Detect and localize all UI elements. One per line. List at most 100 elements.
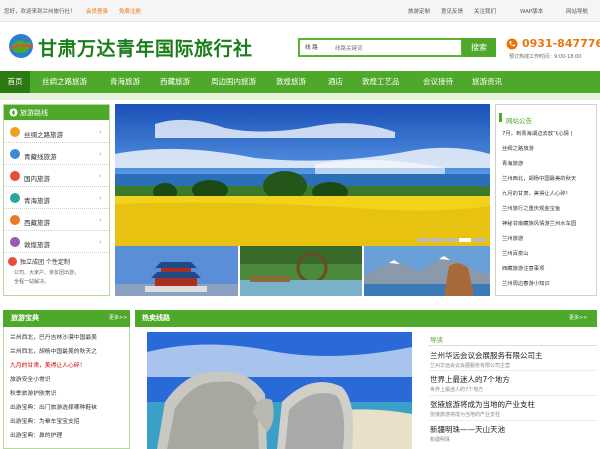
- treasure-item[interactable]: 出游宝典：出门旅游选择哪种鞋袜: [10, 402, 97, 411]
- chevron-right-icon: ›: [99, 216, 102, 224]
- main-nav: 首页 丝绸之路旅游 青海旅游 西藏旅游 周边国内旅游 敦煌旅游 酒店 敦煌工艺品…: [0, 71, 600, 93]
- notice-item[interactable]: 兰州百泉山: [502, 249, 529, 257]
- nav-qinghai[interactable]: 青海旅游: [110, 71, 140, 93]
- notice-item[interactable]: 神秘甘南藏族风情游兰州水车园: [502, 219, 576, 227]
- routes-header: 旅游路线: [4, 105, 109, 120]
- custom-tour-desc: 公司、大家户、亲友团出游，: [14, 270, 80, 276]
- treasure-item[interactable]: 出游宝典：为晕车宝宝支招: [10, 416, 80, 425]
- temple-icon: [10, 215, 20, 225]
- notice-accent-bar: [499, 113, 502, 122]
- nav-dunhuang[interactable]: 敦煌旅游: [276, 71, 306, 93]
- guide-title[interactable]: 兰州华远会议会展服务有限公司主: [430, 350, 543, 361]
- chevron-right-icon: ›: [99, 238, 102, 246]
- notice-item[interactable]: 兰州周边春游小知识: [502, 279, 550, 287]
- banner-thumb-waterwheel[interactable]: [240, 246, 362, 296]
- nav-tibet[interactable]: 西藏旅游: [160, 71, 190, 93]
- guide-divider: [428, 420, 597, 421]
- search-type-select[interactable]: 线 路: [302, 43, 332, 54]
- route-item-tibet[interactable]: 西藏旅游 ›: [4, 210, 109, 231]
- hero-banner-image[interactable]: [115, 104, 490, 246]
- notice-item[interactable]: 丝绸之路旅游: [502, 144, 534, 152]
- route-label: 敦煌旅游: [24, 241, 50, 249]
- nav-silk-road[interactable]: 丝绸之路旅游: [42, 71, 87, 93]
- globe-logo-icon: [9, 34, 34, 58]
- banner-thumb-temple[interactable]: [115, 246, 238, 296]
- chevron-right-icon: ›: [99, 128, 102, 136]
- map-pin-icon: [10, 171, 20, 181]
- nav-crafts[interactable]: 敦煌工艺品: [362, 71, 400, 93]
- route-item-domestic[interactable]: 国内旅游 ›: [4, 166, 109, 187]
- chevron-right-icon: ›: [99, 172, 102, 180]
- login-link[interactable]: 会员登录: [86, 7, 108, 15]
- hot-lines-title: 热卖线路: [142, 314, 170, 322]
- notice-item[interactable]: 兰州旅行之重庆观金宝鱼: [502, 204, 560, 212]
- route-label: 西藏旅游: [24, 219, 50, 227]
- guide-summary: 世界上最迷人的7个地方: [430, 387, 484, 393]
- slider-dots[interactable]: [417, 238, 487, 244]
- topbar-link-wap[interactable]: WAP版本: [520, 7, 543, 15]
- notice-item[interactable]: 兰州西北，胡杨中国最美的秋天: [502, 174, 576, 182]
- chevron-right-icon: ›: [99, 150, 102, 158]
- nav-hotel[interactable]: 酒店: [328, 71, 343, 93]
- custom-tour-desc-2: 全程一站解决。: [14, 279, 50, 285]
- phone-icon: [506, 38, 518, 50]
- guide-divider: [428, 395, 597, 396]
- notice-item[interactable]: 7月，到青海湖边去放飞心情 (: [502, 129, 573, 137]
- nav-domestic[interactable]: 周边国内旅游: [211, 71, 256, 93]
- banner-thumb-landscape[interactable]: [364, 246, 490, 296]
- hot-lines-header: [135, 310, 597, 327]
- search-box: 线 路: [298, 38, 463, 57]
- route-item-qingzang[interactable]: 青藏线旅游 ›: [4, 144, 109, 165]
- treasure-item[interactable]: 兰州西北，胡杨中国最美的秋天之: [10, 346, 97, 355]
- route-label: 丝绸之路旅游: [24, 131, 63, 139]
- notice-item[interactable]: 西藏旅游注意事项: [502, 264, 544, 272]
- search-button[interactable]: 搜索: [462, 38, 496, 57]
- route-label: 国内旅游: [24, 175, 50, 183]
- notice-item[interactable]: 兰州旅游: [502, 234, 523, 242]
- site-logo-text[interactable]: 甘肃万达青年国际旅行社: [38, 34, 253, 61]
- notice-item[interactable]: 青海旅游: [502, 159, 523, 167]
- treasure-item[interactable]: 出游宝典：鼻的护理: [10, 430, 62, 439]
- guide-divider: [428, 370, 597, 371]
- guide-title[interactable]: 新疆明珠——天山天池: [430, 424, 505, 435]
- nav-news[interactable]: 旅游资讯: [472, 71, 502, 93]
- notice-item[interactable]: 九月的甘肃，美得让人心碎！: [502, 189, 571, 197]
- welcome-text: 您好，欢迎来到兰州旅行社！: [4, 9, 76, 15]
- hot-lines-more-link[interactable]: 更多>>: [569, 314, 587, 321]
- route-compass-icon: [9, 108, 18, 117]
- route-item-silk-road[interactable]: 丝绸之路旅游 ›: [4, 122, 109, 143]
- treasure-list: 兰州西北，巴丹吉林沙漠中国最美 兰州西北，胡杨中国最美的秋天之 九月的甘肃，美得…: [3, 327, 130, 449]
- treasure-title: 旅游宝典: [11, 314, 39, 322]
- topbar-link-custom[interactable]: 旅游定制: [408, 7, 430, 15]
- guide-title[interactable]: 世界上最迷人的7个地方: [430, 374, 510, 385]
- topbar-link-sitemap[interactable]: 网站导航: [566, 7, 588, 15]
- guide-summary: 张掖旅游将成为当地的产业支柱: [430, 412, 501, 418]
- guide-divider: [428, 345, 597, 346]
- route-label: 青海旅游: [24, 197, 50, 205]
- custom-tour-icon: [8, 257, 17, 266]
- route-item-qinghai[interactable]: 青海旅游 ›: [4, 188, 109, 209]
- hot-line-featured-image[interactable]: [147, 332, 412, 449]
- silk-road-icon: [10, 127, 20, 137]
- treasure-item[interactable]: 兰州西北，巴丹吉林沙漠中国最美: [10, 332, 97, 341]
- guide-summary: 兰州华远会议会展服务有限公司主营: [430, 363, 511, 369]
- routes-title: 旅游路线: [20, 109, 48, 117]
- treasure-item[interactable]: 旅游安全小常识: [10, 374, 51, 383]
- nav-conference[interactable]: 会议接待: [423, 71, 453, 93]
- treasure-more-link[interactable]: 更多>>: [109, 314, 127, 321]
- custom-tour-title[interactable]: 独立成团 个性定制: [20, 257, 70, 266]
- nav-home[interactable]: 首页: [0, 71, 30, 93]
- route-item-dunhuang[interactable]: 敦煌旅游 ›: [4, 232, 109, 253]
- treasure-item[interactable]: 秋季旅游护肤常识: [10, 388, 56, 397]
- notice-title: 网站公告: [506, 117, 532, 125]
- register-link[interactable]: 免费注册: [119, 7, 141, 15]
- camel-icon: [10, 237, 20, 247]
- guide-title[interactable]: 张掖旅游将成为当地的产业支柱: [430, 399, 535, 410]
- search-input[interactable]: [335, 43, 455, 54]
- guide-label: 导读: [430, 336, 443, 344]
- topbar-link-follow[interactable]: 关注我们: [474, 7, 496, 15]
- treasure-item[interactable]: 九月的甘肃，美得让人心碎！: [10, 360, 85, 369]
- work-hours: 预订热线工作时间：9:00-18:00: [509, 54, 582, 60]
- topbar-link-feedback[interactable]: 意见反馈: [441, 7, 463, 15]
- chevron-right-icon: ›: [99, 194, 102, 202]
